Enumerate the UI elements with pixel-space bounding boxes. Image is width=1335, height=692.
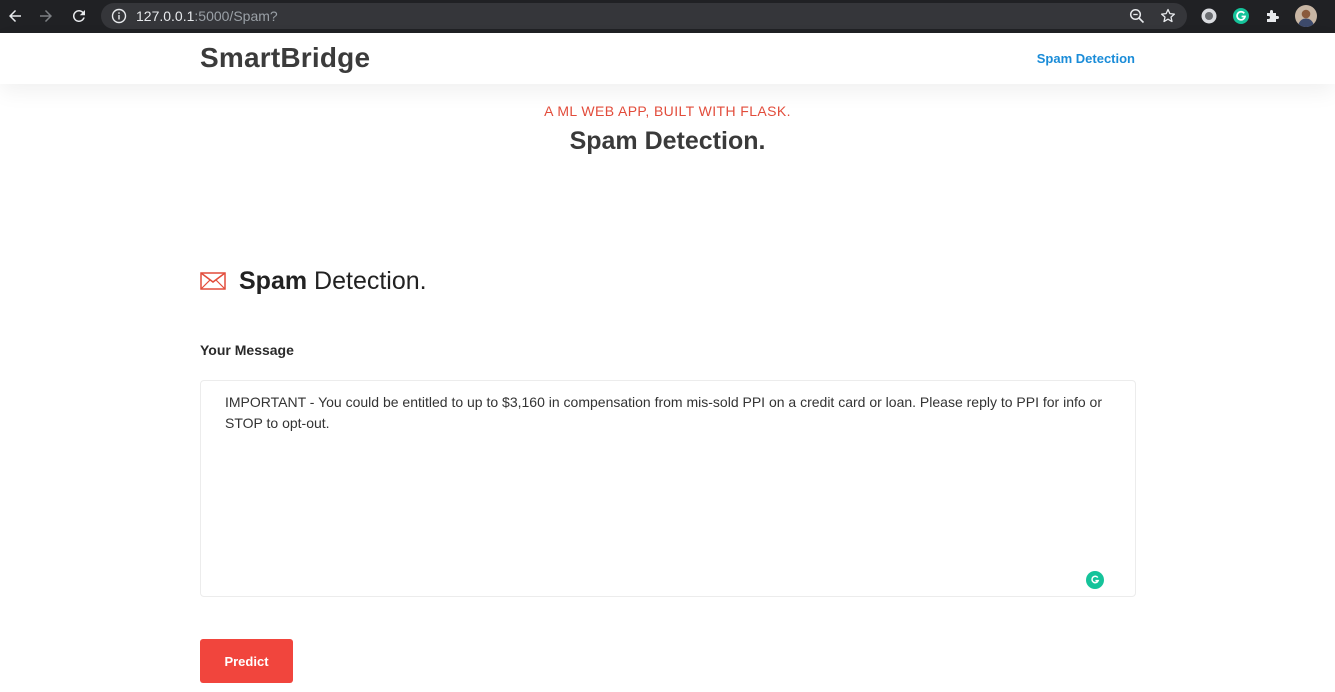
message-label: Your Message [200, 342, 294, 358]
site-header: SmartBridge Spam Detection [0, 33, 1335, 84]
grammarly-icon[interactable] [1232, 7, 1250, 25]
hero-title: Spam Detection. [569, 127, 766, 155]
address-bar[interactable]: 127.0.0.1:5000/Spam? [101, 3, 1187, 29]
reload-icon[interactable] [68, 5, 90, 27]
info-icon[interactable] [111, 8, 127, 24]
extension-record-icon[interactable] [1200, 7, 1218, 25]
profile-avatar[interactable] [1295, 5, 1317, 27]
section-heading: Spam Detection. [200, 264, 427, 298]
zoom-icon[interactable] [1129, 8, 1145, 24]
browser-toolbar: 127.0.0.1:5000/Spam? [0, 0, 1335, 33]
envelope-icon [200, 272, 226, 290]
puzzle-icon[interactable] [1264, 7, 1282, 25]
message-textarea[interactable]: IMPORTANT - You could be entitled to up … [200, 380, 1136, 597]
star-icon[interactable] [1160, 8, 1176, 24]
hero-kicker: A ML WEB APP, BUILT WITH FLASK. [544, 103, 791, 119]
grammarly-badge-icon[interactable] [1086, 571, 1104, 589]
section-title: Spam Detection. [239, 266, 427, 295]
predict-button[interactable]: Predict [200, 639, 293, 683]
forward-icon[interactable] [35, 5, 57, 27]
url-text: 127.0.0.1:5000/Spam? [136, 8, 278, 24]
nav-link-spam-detection[interactable]: Spam Detection [1037, 51, 1135, 66]
back-icon[interactable] [4, 5, 26, 27]
brand-logo[interactable]: SmartBridge [200, 42, 370, 74]
